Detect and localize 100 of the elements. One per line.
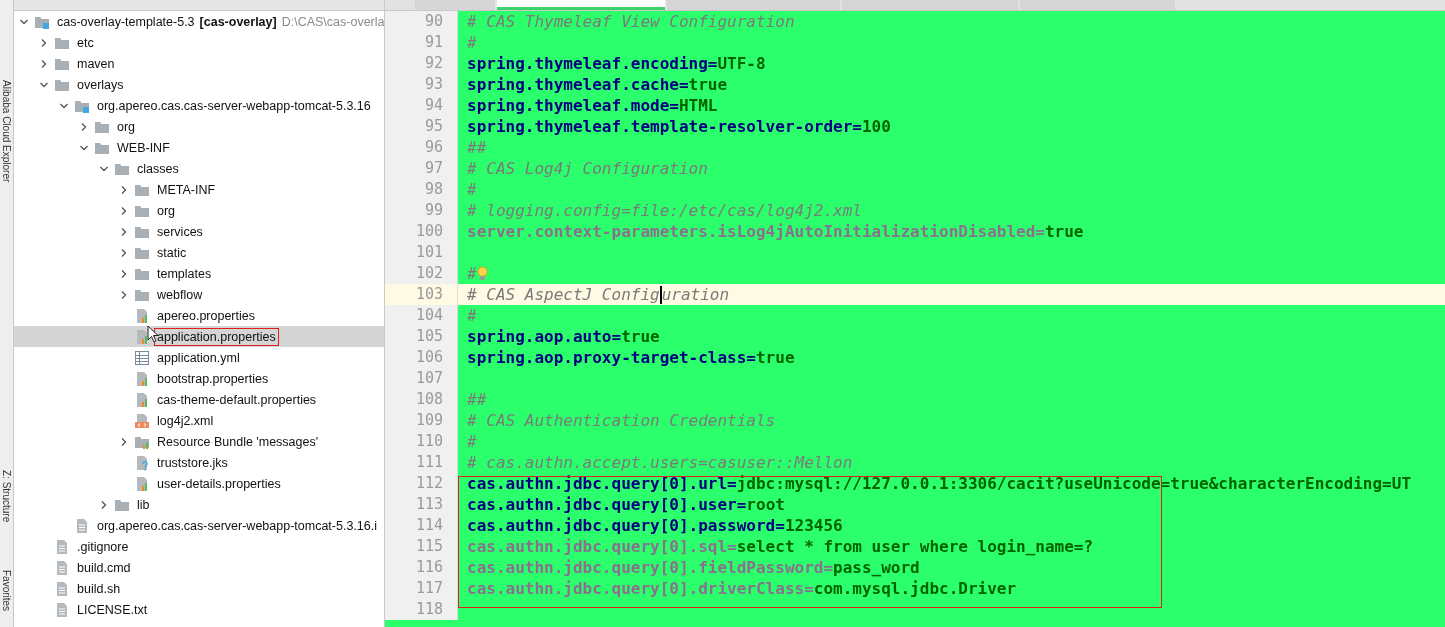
tree-item[interactable]: cas-overlay-template-5.3 [cas-overlay] D:\CAS\cas-overla bbox=[14, 11, 384, 32]
tree-item[interactable]: maven bbox=[14, 53, 384, 74]
tool-window-button[interactable]: Alibaba Cloud Explorer bbox=[0, 80, 13, 183]
tree-item[interactable]: log4j2.xml bbox=[14, 410, 384, 431]
line-number: 102 bbox=[385, 263, 458, 284]
line-number: 104 bbox=[385, 305, 458, 326]
tree-item[interactable]: org bbox=[14, 116, 384, 137]
tool-window-button[interactable]: Favorites bbox=[0, 570, 13, 612]
code-line: spring.thymeleaf.mode=HTML bbox=[467, 96, 718, 115]
tree-item[interactable]: application.yml bbox=[14, 347, 384, 368]
code-comment: # CAS AspectJ Configuration bbox=[467, 284, 730, 305]
tree-item[interactable]: overlays bbox=[14, 74, 384, 95]
line-number: 108 bbox=[385, 389, 458, 410]
text-file-icon bbox=[54, 538, 70, 555]
tree-item[interactable]: cas-theme-default.properties bbox=[14, 389, 384, 410]
line-number: 101 bbox=[385, 242, 458, 263]
code-comment: # CAS Authentication Credentials bbox=[467, 411, 776, 430]
chevron-right-icon[interactable] bbox=[99, 499, 109, 510]
chevron-right-icon[interactable] bbox=[79, 121, 89, 132]
tree-item[interactable]: apereo.properties bbox=[14, 305, 384, 326]
tree-item[interactable]: classes bbox=[14, 158, 384, 179]
code-comment: ## bbox=[467, 390, 487, 409]
code-comment: # bbox=[467, 432, 477, 451]
tree-item[interactable]: templates bbox=[14, 263, 384, 284]
properties-file-icon bbox=[134, 391, 150, 408]
line-number: 114 bbox=[385, 515, 458, 536]
text-file-icon bbox=[54, 559, 70, 576]
properties-file-icon bbox=[134, 370, 150, 387]
line-number: 107 bbox=[385, 368, 458, 389]
line-number: 112 bbox=[385, 473, 458, 494]
chevron-right-icon[interactable] bbox=[119, 436, 129, 447]
line-number: 90 bbox=[385, 11, 458, 32]
line-number: 106 bbox=[385, 347, 458, 368]
properties-file-icon bbox=[134, 307, 150, 324]
line-number: 96 bbox=[385, 137, 458, 158]
properties-file-icon bbox=[134, 475, 150, 492]
code-line: spring.thymeleaf.cache=true bbox=[467, 75, 728, 94]
tree-item[interactable]: bootstrap.properties bbox=[14, 368, 384, 389]
tree-item[interactable]: .gitignore bbox=[14, 536, 384, 557]
code-line: spring.aop.auto=true bbox=[467, 327, 660, 346]
line-number: 92 bbox=[385, 53, 458, 74]
code-line: cas.authn.jdbc.query[0].driverClass=com.mysql.jdbc.Driver bbox=[467, 579, 1017, 598]
code-line: spring.thymeleaf.template-resolver-order=100 bbox=[467, 117, 891, 136]
chevron-right-icon[interactable] bbox=[119, 205, 129, 216]
text-file-icon bbox=[54, 580, 70, 597]
tree-item[interactable]: lib bbox=[14, 494, 384, 515]
chevron-right-icon[interactable] bbox=[119, 226, 129, 237]
tree-item[interactable]: truststore.jks bbox=[14, 452, 384, 473]
line-number: 94 bbox=[385, 95, 458, 116]
line-number: 105 bbox=[385, 326, 458, 347]
tree-item[interactable]: services bbox=[14, 221, 384, 242]
line-number: 97 bbox=[385, 158, 458, 179]
line-number: 118 bbox=[385, 599, 458, 620]
mouse-pointer-icon bbox=[147, 325, 159, 343]
line-number: 117 bbox=[385, 578, 458, 599]
code-line: cas.authn.jdbc.query[0].user=root bbox=[467, 495, 785, 514]
tree-item[interactable]: static bbox=[14, 242, 384, 263]
tree-item[interactable]: META-INF bbox=[14, 179, 384, 200]
text-file-icon bbox=[74, 517, 90, 534]
tree-item[interactable]: Resource Bundle 'messages' bbox=[14, 431, 384, 452]
line-number: 95 bbox=[385, 116, 458, 137]
line-number: 116 bbox=[385, 557, 458, 578]
text-file-icon bbox=[54, 601, 70, 618]
tool-window-button[interactable]: Z: Structure bbox=[0, 470, 13, 523]
tree-item[interactable]: org.apereo.cas.cas-server-webapp-tomcat-5.3.16 bbox=[14, 95, 384, 116]
line-number: 110 bbox=[385, 431, 458, 452]
chevron-right-icon[interactable] bbox=[39, 58, 49, 69]
code-comment: # cas.authn.accept.users=casuser::Mellon bbox=[467, 453, 853, 472]
tree-item[interactable]: user-details.properties bbox=[14, 473, 384, 494]
code-line: cas.authn.jdbc.query[0].password=123456 bbox=[467, 516, 843, 535]
line-number: 93 bbox=[385, 74, 458, 95]
line-number: 91 bbox=[385, 32, 458, 53]
line-number: 100 bbox=[385, 221, 458, 242]
xml-file-icon bbox=[134, 412, 150, 429]
line-number: 111 bbox=[385, 452, 458, 473]
tree-item[interactable]: build.sh bbox=[14, 578, 384, 599]
chevron-right-icon[interactable] bbox=[119, 247, 129, 258]
chevron-right-icon[interactable] bbox=[119, 184, 129, 195]
code-comment: # bbox=[467, 180, 477, 199]
line-number: 109 bbox=[385, 410, 458, 431]
code-comment: # CAS Log4j Configuration bbox=[467, 159, 708, 178]
tree-item[interactable]: org.apereo.cas.cas-server-webapp-tomcat-5.3.16.i bbox=[14, 515, 384, 536]
chevron-right-icon[interactable] bbox=[119, 289, 129, 300]
tree-item[interactable]: LICENSE.txt bbox=[14, 599, 384, 620]
tree-item[interactable]: build.cmd bbox=[14, 557, 384, 578]
tree-item[interactable]: org bbox=[14, 200, 384, 221]
tree-item[interactable]: WEB-INF bbox=[14, 137, 384, 158]
tree-item[interactable]: webflow bbox=[14, 284, 384, 305]
code-comment: # logging.config=file:/etc/cas/log4j2.xml bbox=[467, 201, 862, 220]
code-line: spring.thymeleaf.encoding=UTF-8 bbox=[467, 54, 766, 73]
code-comment: ## bbox=[467, 138, 487, 157]
chevron-right-icon[interactable] bbox=[119, 268, 129, 279]
code-comment: # bbox=[467, 306, 477, 325]
chevron-right-icon[interactable] bbox=[39, 37, 49, 48]
line-number: 98 bbox=[385, 179, 458, 200]
tree-item[interactable]: application.properties bbox=[14, 326, 384, 347]
code-comment: # CAS Thymeleaf View Configuration bbox=[467, 12, 795, 31]
tree-item[interactable]: etc bbox=[14, 32, 384, 53]
code-line: cas.authn.jdbc.query[0].fieldPassword=pass_word bbox=[467, 558, 920, 577]
properties-file-icon bbox=[134, 328, 150, 345]
